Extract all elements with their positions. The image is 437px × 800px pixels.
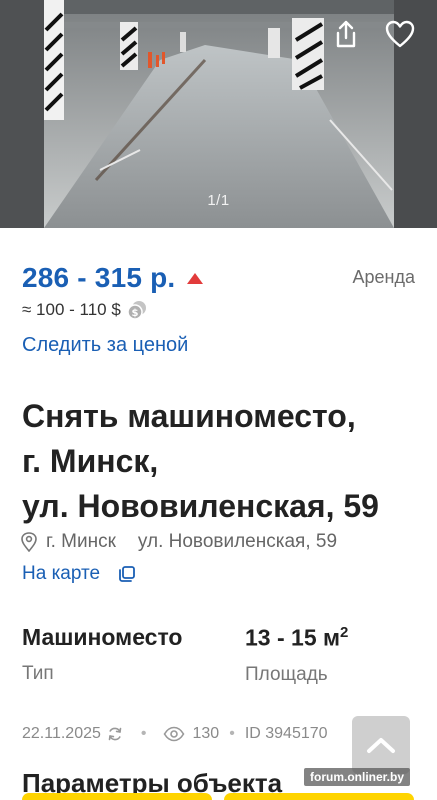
title-line: ул. Нововиленская, 59 <box>22 488 379 524</box>
listing-title: Снять машиноместо, г. Минск, ул. Нововил… <box>22 394 422 529</box>
share-button[interactable] <box>326 14 366 54</box>
title-line: г. Минск, <box>22 443 159 479</box>
refresh-icon <box>108 727 122 741</box>
address-city: г. Минск <box>46 531 116 552</box>
price-up-icon <box>187 272 204 284</box>
meta-separator: • <box>229 725 235 742</box>
share-icon <box>336 20 356 48</box>
track-price-link[interactable]: Следить за ценой <box>22 334 188 357</box>
title-line: Снять машиноместо, <box>22 398 356 434</box>
chevron-up-icon <box>367 738 395 753</box>
view-count: 130 <box>192 725 220 742</box>
address: г. Минск ул. Нововиленская, 59 <box>20 531 337 553</box>
favorite-button[interactable] <box>380 14 420 54</box>
listing-date: 22.11.2025 <box>22 725 101 742</box>
spec-type: Машиноместо Тип <box>22 624 182 685</box>
listing-photo[interactable]: 1/1 <box>0 0 437 228</box>
meta-separator: • <box>140 725 147 742</box>
price-usd-row: ≈ 100 - 110 $ $ <box>22 300 147 320</box>
spec-area-value: 13 - 15 м2 <box>245 624 348 652</box>
spec-type-value: Машиноместо <box>22 624 183 650</box>
price-row: 286 - 315 р. <box>22 262 204 294</box>
message-button[interactable] <box>224 793 414 800</box>
price-byn: 286 - 315 р. <box>22 262 176 293</box>
spec-type-label: Тип <box>22 663 54 684</box>
photo-counter: 1/1 <box>207 192 230 209</box>
currency-coins-icon[interactable]: $ <box>127 300 147 320</box>
copy-icon[interactable] <box>118 565 136 583</box>
listing-meta: 22.11.2025 • 130 • ID 3945170 <box>22 725 328 743</box>
heart-icon <box>385 20 415 48</box>
address-street: ул. Нововиленская, 59 <box>137 531 338 552</box>
price-usd: ≈ 100 - 110 $ <box>22 300 121 319</box>
spec-area: 13 - 15 м2 Площадь <box>245 624 348 686</box>
spec-area-label: Площадь <box>245 663 328 685</box>
area-value-text: 13 - 15 м <box>245 624 341 651</box>
watermark: forum.onliner.by <box>304 768 411 786</box>
svg-text:$: $ <box>131 308 138 319</box>
eye-icon <box>163 726 184 742</box>
on-map-link[interactable]: На карте <box>22 563 136 585</box>
scroll-to-top-button[interactable] <box>352 716 410 774</box>
call-button[interactable] <box>22 793 212 800</box>
area-unit-sup: 2 <box>340 624 349 641</box>
listing-id: ID 3945170 <box>244 725 328 742</box>
on-map-label: На карте <box>22 563 101 584</box>
deal-type: Аренда <box>352 267 415 287</box>
location-pin-icon <box>21 532 37 552</box>
